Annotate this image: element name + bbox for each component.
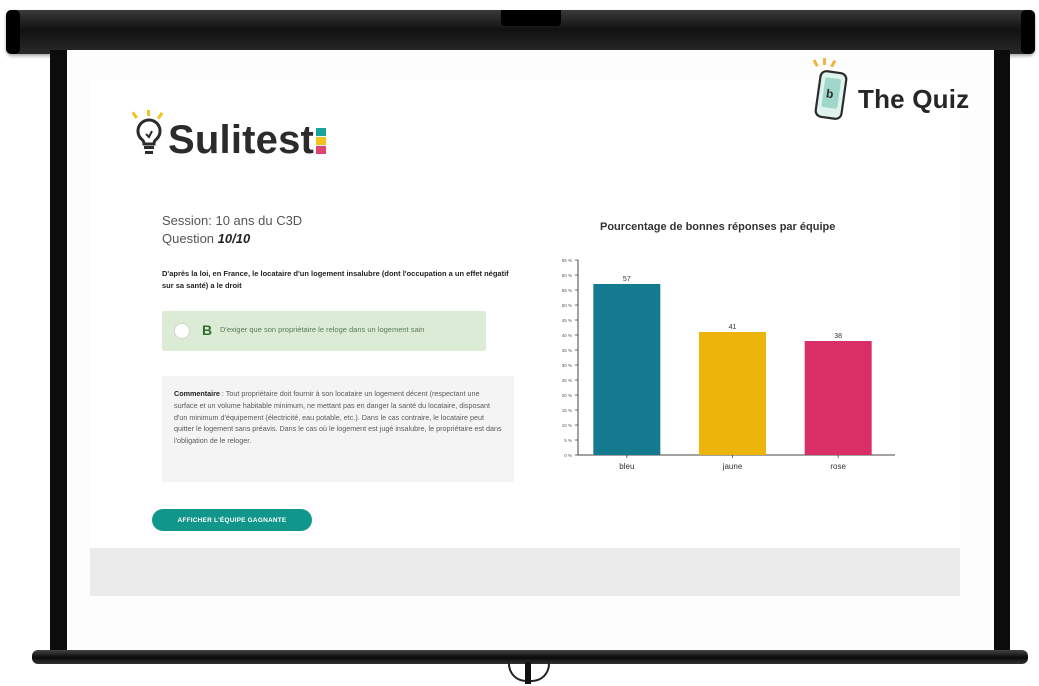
y-tick-label: 0 % bbox=[564, 453, 572, 458]
answer-radio[interactable] bbox=[174, 323, 190, 339]
question-count: 10/10 bbox=[217, 231, 251, 246]
x-tick-label: rose bbox=[830, 462, 846, 471]
comment-body: : Tout propriétaire doit fournir à son l… bbox=[174, 389, 502, 446]
question-text: D'après la loi, en France, le locataire … bbox=[162, 269, 509, 290]
phone-quiz-icon: b bbox=[812, 58, 848, 120]
comment-box: Commentaire : Tout propriétaire doit fou… bbox=[162, 376, 514, 482]
roller-cap-left bbox=[6, 10, 20, 54]
bar-chart: 0 % 5 % 10 % 15 % 20 % 25 % 30 % 35 % 40 % 45 % 50… bbox=[562, 258, 895, 471]
y-tick-label: 65 % bbox=[562, 258, 572, 263]
y-tick-label: 5 % bbox=[564, 438, 572, 443]
chart-title: Pourcentage de bonnes réponses par équip… bbox=[600, 221, 836, 233]
data-label: 57 bbox=[623, 276, 631, 283]
answer-text: D'exiger que son propriétaire le reloge … bbox=[220, 325, 425, 334]
y-tick-label: 30 % bbox=[562, 363, 572, 368]
answer-letter: B bbox=[202, 322, 213, 338]
slide-footer bbox=[90, 548, 960, 596]
question-number: Question 10/10 bbox=[162, 231, 250, 246]
x-tick-label: bleu bbox=[619, 462, 634, 471]
screen-border-left bbox=[50, 50, 67, 654]
roller-cap-right bbox=[1021, 10, 1035, 54]
bar-bleu[interactable] bbox=[593, 284, 661, 455]
x-tick-label: jaune bbox=[722, 462, 743, 471]
y-tick-label: 40 % bbox=[562, 333, 572, 338]
quiz-title: The Quiz bbox=[858, 84, 970, 114]
show-winner-button[interactable]: AFFICHER L'ÉQUIPE GAGNANTE bbox=[152, 509, 312, 531]
y-tick-label: 45 % bbox=[562, 318, 572, 323]
comment-text: Commentaire : Tout propriétaire doit fou… bbox=[174, 388, 502, 447]
logo-color-mark bbox=[316, 128, 326, 154]
question-label: Question bbox=[162, 231, 218, 246]
y-tick-label: 10 % bbox=[562, 423, 572, 428]
y-tick-label: 20 % bbox=[562, 393, 572, 398]
data-label: 41 bbox=[729, 324, 737, 331]
y-tick-label: 35 % bbox=[562, 348, 572, 353]
bar-jaune[interactable] bbox=[699, 332, 766, 455]
logo-text: Sulitest bbox=[168, 118, 315, 162]
roller-notch bbox=[501, 10, 561, 26]
session-label: Session: 10 ans du C3D bbox=[162, 213, 303, 228]
y-tick-label: 15 % bbox=[562, 408, 572, 413]
answer-option-b[interactable]: B D'exiger que son propriétaire le relog… bbox=[162, 311, 486, 351]
pull-handle[interactable] bbox=[508, 662, 550, 684]
y-tick-label: 55 % bbox=[562, 288, 572, 293]
y-tick-label: 25 % bbox=[562, 378, 572, 383]
bar-rose[interactable] bbox=[804, 341, 872, 455]
data-label: 38 bbox=[834, 333, 842, 340]
y-tick-label: 50 % bbox=[562, 303, 572, 308]
screen-border-right bbox=[994, 50, 1010, 654]
lightbulb-icon bbox=[132, 110, 164, 154]
pull-handle-stem bbox=[525, 662, 531, 684]
projector-roller-top bbox=[6, 10, 1035, 54]
comment-label: Commentaire bbox=[174, 389, 220, 398]
y-tick-label: 60 % bbox=[562, 273, 572, 278]
